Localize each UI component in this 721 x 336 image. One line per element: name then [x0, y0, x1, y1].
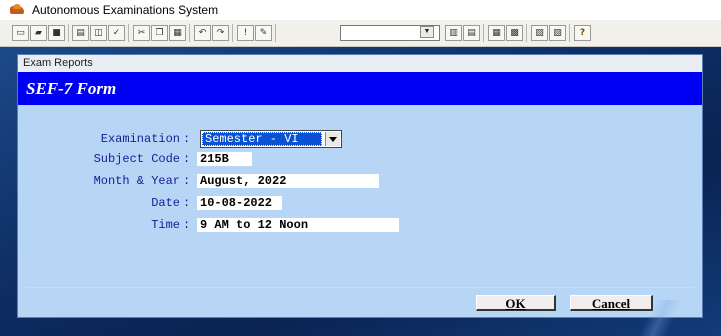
date-label: Date	[151, 196, 180, 210]
toolbar-separator	[68, 24, 69, 42]
title-bar: Autonomous Examinations System	[0, 0, 721, 20]
colon: :	[183, 174, 191, 188]
toolbar-separator	[483, 24, 484, 42]
examination-select[interactable]: Semester - VI	[200, 130, 342, 148]
examination-selected-value: Semester - VI	[202, 132, 322, 146]
date-field[interactable]: 10-08-2022	[197, 196, 282, 210]
spell-check-icon[interactable]: ✓	[108, 25, 125, 41]
table-icon[interactable]: ▩	[506, 25, 523, 41]
toolbar-separator	[526, 24, 527, 42]
subject-code-field[interactable]: 215B	[197, 152, 252, 166]
data-icon[interactable]: ▦	[488, 25, 505, 41]
modify-icon[interactable]: ✎	[255, 25, 272, 41]
exam-reports-dialog: Exam Reports SEF-7 Form Examination : Se…	[17, 54, 703, 318]
colon: :	[183, 196, 191, 210]
chevron-down-icon[interactable]	[325, 132, 340, 146]
ok-button[interactable]: OK	[476, 295, 556, 311]
print-icon[interactable]: ▤	[72, 25, 89, 41]
subject-code-label: Subject Code	[93, 152, 180, 166]
colon: :	[183, 218, 191, 232]
open-icon[interactable]: ▰	[30, 25, 47, 41]
print-preview-icon[interactable]: ◫	[90, 25, 107, 41]
copy-icon[interactable]: ❐	[151, 25, 168, 41]
report-icon[interactable]: ▤	[463, 25, 480, 41]
toolbar-separator	[232, 24, 233, 42]
toolbar: ▭ ▰ ■ ▤ ◫ ✓ ✂ ❐ ▦ ↶ ↷ ! ✎ ▼ ▥ ▤ ▦ ▩ ▧ ▨ …	[0, 20, 721, 47]
month-year-field[interactable]: August, 2022	[197, 174, 379, 188]
toolbar-separator	[189, 24, 190, 42]
toolbar-separator	[128, 24, 129, 42]
examination-label: Examination	[100, 132, 180, 146]
form-title: SEF-7 Form	[18, 72, 702, 105]
divider	[26, 287, 694, 288]
window-title: Autonomous Examinations System	[32, 3, 219, 17]
save-icon[interactable]: ■	[48, 25, 65, 41]
dialog-caption: Exam Reports	[18, 55, 702, 72]
app-fox-icon	[10, 4, 24, 16]
cut-icon[interactable]: ✂	[133, 25, 150, 41]
form-icon[interactable]: ▥	[445, 25, 462, 41]
toolbar-separator	[275, 24, 276, 42]
colon: :	[183, 132, 191, 146]
chevron-down-icon[interactable]: ▼	[420, 26, 434, 38]
time-label: Time	[151, 218, 180, 232]
time-field[interactable]: 9 AM to 12 Noon	[197, 218, 399, 232]
toolbar-separator	[569, 24, 570, 42]
month-year-label: Month & Year	[93, 174, 180, 188]
command-icon[interactable]: ▧	[531, 25, 548, 41]
run-icon[interactable]: !	[237, 25, 254, 41]
undo-icon[interactable]: ↶	[194, 25, 211, 41]
new-icon[interactable]: ▭	[12, 25, 29, 41]
paste-icon[interactable]: ▦	[169, 25, 186, 41]
redo-icon[interactable]: ↷	[212, 25, 229, 41]
desktop-background-streak	[600, 300, 721, 336]
help-icon[interactable]: ?	[574, 25, 591, 41]
colon: :	[183, 152, 191, 166]
tools-icon[interactable]: ▨	[549, 25, 566, 41]
